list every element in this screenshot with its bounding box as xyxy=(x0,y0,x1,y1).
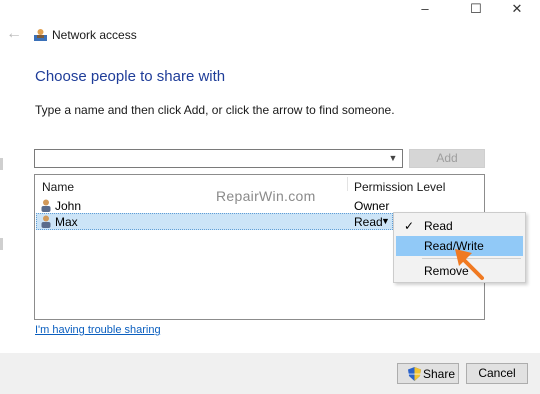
column-header-permission[interactable]: Permission Level xyxy=(354,180,445,194)
chevron-down-icon[interactable]: ▼ xyxy=(386,151,400,166)
footer-bar xyxy=(0,353,540,394)
add-button[interactable]: Add xyxy=(409,149,485,168)
row-name-john[interactable]: John xyxy=(55,199,81,213)
maximize-button[interactable]: ☐ xyxy=(461,0,491,18)
minimize-button[interactable]: – xyxy=(410,0,440,18)
cancel-button[interactable]: Cancel xyxy=(466,363,528,384)
window-edge xyxy=(0,158,3,170)
user-icon xyxy=(40,215,52,228)
pointer-arrow-icon xyxy=(455,249,484,280)
row-name-max[interactable]: Max xyxy=(55,215,78,229)
window-edge xyxy=(0,238,3,250)
column-header-name[interactable]: Name xyxy=(42,180,74,194)
menu-item-read[interactable]: ✓ Read xyxy=(396,216,523,236)
share-button[interactable]: Share xyxy=(397,363,459,384)
network-users-icon xyxy=(34,28,47,41)
row-permission-max[interactable]: Read xyxy=(354,215,383,229)
window-title: Network access xyxy=(52,28,137,42)
instruction-text: Type a name and then click Add, or click… xyxy=(35,103,395,117)
name-combobox[interactable]: ▼ xyxy=(34,149,403,168)
table-row-selected[interactable] xyxy=(36,213,393,230)
close-button[interactable]: ✕ xyxy=(502,0,532,18)
watermark: RepairWin.com xyxy=(216,188,316,204)
column-separator[interactable] xyxy=(347,177,348,191)
back-arrow-icon[interactable]: ← xyxy=(6,26,22,42)
page-heading: Choose people to share with xyxy=(35,68,226,85)
user-icon xyxy=(40,199,52,212)
permission-dropdown-arrow-icon[interactable]: ▼ xyxy=(381,216,390,226)
trouble-sharing-link[interactable]: I'm having trouble sharing xyxy=(35,324,161,336)
check-icon: ✓ xyxy=(404,219,415,233)
row-permission-john: Owner xyxy=(354,199,390,213)
uac-shield-icon xyxy=(408,367,421,381)
